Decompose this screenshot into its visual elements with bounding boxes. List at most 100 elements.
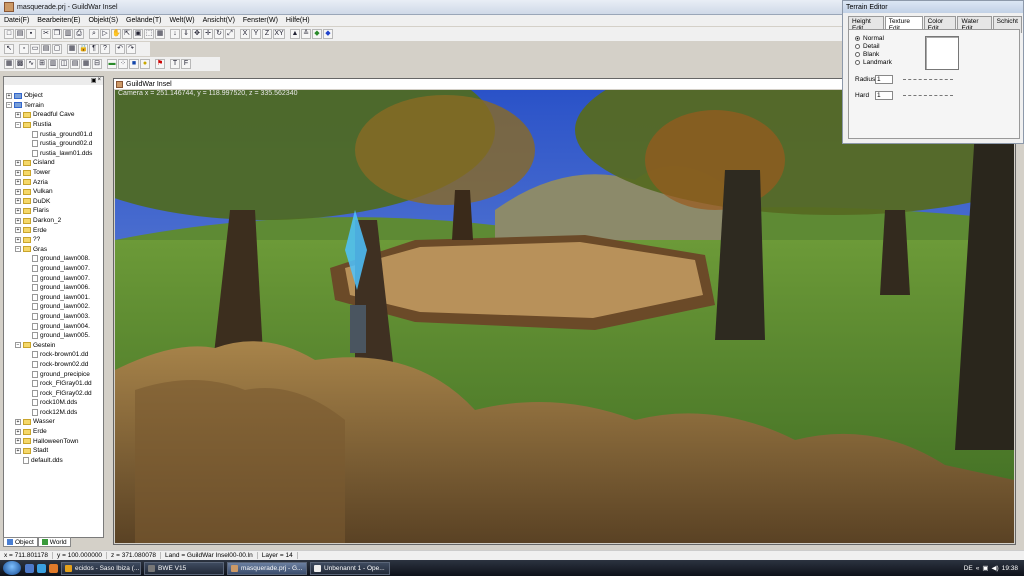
- play-icon[interactable]: ▷: [100, 29, 110, 39]
- tree-item[interactable]: rustia_ground01.d: [4, 129, 103, 139]
- new-file-icon[interactable]: □: [4, 29, 14, 39]
- land-green-icon[interactable]: ▬: [107, 59, 117, 69]
- menu-fenster[interactable]: Fenster(W): [239, 17, 282, 24]
- tree-item[interactable]: ground_lawn008.: [4, 254, 103, 264]
- flag-icon[interactable]: ⚑: [155, 59, 165, 69]
- grid-snap-icon[interactable]: ▦: [67, 44, 77, 54]
- start-button[interactable]: [3, 561, 21, 575]
- select-icon[interactable]: ⇱: [122, 29, 132, 39]
- menu-hilfe[interactable]: Hilfe(H): [282, 17, 314, 24]
- tree-item[interactable]: ground_lawn006.: [4, 283, 103, 293]
- tree-item[interactable]: ground_lawn003.: [4, 312, 103, 322]
- radio-detail[interactable]: Detail: [855, 43, 880, 50]
- tree-item[interactable]: ground_lawn007.: [4, 273, 103, 283]
- tree-item[interactable]: rustia_lawn01.dds: [4, 149, 103, 159]
- object-move-icon[interactable]: ▢: [52, 44, 62, 54]
- expand-toggle-icon[interactable]: +: [15, 428, 21, 435]
- land-blue-icon[interactable]: ■: [129, 59, 139, 69]
- expand-toggle-icon[interactable]: +: [15, 217, 21, 224]
- tree-item[interactable]: + Cisland: [4, 158, 103, 168]
- object-tree[interactable]: ▣ × + Object − Terrain + Dreadful Cave − Rustia…: [3, 76, 104, 538]
- tree-item[interactable]: + Darkon_2: [4, 216, 103, 226]
- move-axis-icon[interactable]: ✛: [203, 29, 213, 39]
- tree-item[interactable]: rock-brown01.dd: [4, 350, 103, 360]
- terrain-level-icon[interactable]: ≙: [301, 29, 311, 39]
- tree-item[interactable]: − Gras: [4, 245, 103, 255]
- clock[interactable]: 19:38: [1002, 565, 1018, 572]
- help-icon[interactable]: ?: [100, 44, 110, 54]
- hard-slider[interactable]: [903, 90, 953, 96]
- tree-item[interactable]: default.dds: [4, 456, 103, 466]
- object-copy-icon[interactable]: ▭: [30, 44, 40, 54]
- tree-item[interactable]: − Gestein: [4, 340, 103, 350]
- print-icon[interactable]: ⎙: [74, 29, 84, 39]
- light-icon[interactable]: ●: [140, 59, 150, 69]
- axis-x-button[interactable]: X: [240, 29, 250, 39]
- view-sub-icon[interactable]: ▥: [48, 59, 58, 69]
- open-file-icon[interactable]: ▤: [15, 29, 25, 39]
- tab-world[interactable]: World: [37, 537, 71, 547]
- axis-y-button[interactable]: Y: [251, 29, 261, 39]
- hard-input[interactable]: 1: [875, 91, 893, 100]
- volume-icon[interactable]: ◀): [992, 564, 999, 572]
- axis-z-button[interactable]: Z: [262, 29, 272, 39]
- quicklaunch-firefox-icon[interactable]: [49, 563, 58, 573]
- pointer-icon[interactable]: ↖: [4, 44, 14, 54]
- quicklaunch-desktop-icon[interactable]: [25, 563, 34, 573]
- expand-toggle-icon[interactable]: +: [15, 207, 21, 214]
- expand-toggle-icon[interactable]: +: [15, 159, 21, 166]
- arrow-down-bold-icon[interactable]: ⇓: [181, 29, 191, 39]
- menu-ansicht[interactable]: Ansicht(V): [199, 17, 239, 24]
- object-group-icon[interactable]: ▤: [41, 44, 51, 54]
- tree-item[interactable]: + Wasser: [4, 417, 103, 427]
- view-tiles-icon[interactable]: ⊞: [37, 59, 47, 69]
- text-tool-f[interactable]: F: [181, 59, 191, 69]
- frame-icon[interactable]: ⬚: [144, 29, 154, 39]
- expand-toggle-icon[interactable]: +: [15, 188, 21, 195]
- axis-xy-button[interactable]: XY: [273, 29, 285, 39]
- expand-toggle-icon[interactable]: +: [15, 438, 21, 445]
- tree-item[interactable]: + Stadt: [4, 446, 103, 456]
- view-wave-icon[interactable]: ∿: [26, 59, 36, 69]
- view-split-icon[interactable]: ⊟: [92, 59, 102, 69]
- tree-item[interactable]: rock-brown02.dd: [4, 360, 103, 370]
- undo-icon[interactable]: ↶: [115, 44, 125, 54]
- tree-item[interactable]: ground_lawn007.: [4, 264, 103, 274]
- expand-toggle-icon[interactable]: +: [6, 92, 12, 99]
- view-layers-icon[interactable]: ▦: [81, 59, 91, 69]
- rotate-icon[interactable]: ↻: [214, 29, 224, 39]
- view-sw-icon[interactable]: ◫: [59, 59, 69, 69]
- expand-toggle-icon[interactable]: +: [15, 447, 21, 454]
- paint-icon[interactable]: ◆: [312, 29, 322, 39]
- tree-item[interactable]: rock10M.dds: [4, 398, 103, 408]
- radius-input[interactable]: 1: [875, 75, 893, 84]
- task-button-ecidos[interactable]: ecidos - Saso Ibiza (...: [61, 561, 141, 575]
- text-tool-t[interactable]: T: [170, 59, 180, 69]
- zoom-icon[interactable]: ⌕: [89, 29, 99, 39]
- tree-item[interactable]: rock_FlGray01.dd: [4, 379, 103, 389]
- expand-toggle-icon[interactable]: +: [15, 111, 21, 118]
- tree-item[interactable]: ground_lawn002.: [4, 302, 103, 312]
- tree-item[interactable]: ground_lawn004.: [4, 321, 103, 331]
- radius-slider[interactable]: [903, 74, 953, 80]
- cut-icon[interactable]: ✂: [41, 29, 51, 39]
- tree-item[interactable]: + Azria: [4, 177, 103, 187]
- menu-bearbeiten[interactable]: Bearbeiten(E): [33, 17, 84, 24]
- tree-item[interactable]: + Dreadful Cave: [4, 110, 103, 120]
- task-button-masquerade[interactable]: masquerade.prj - G...: [227, 561, 307, 575]
- task-button-openoffice[interactable]: Unbenannt 1 - Ope...: [310, 561, 390, 575]
- copy-icon[interactable]: ❐: [52, 29, 62, 39]
- view-grid-icon[interactable]: ▩: [15, 59, 25, 69]
- lock-icon[interactable]: 🔒: [78, 44, 88, 54]
- terrain-up-icon[interactable]: ▲: [290, 29, 300, 39]
- expand-toggle-icon[interactable]: −: [15, 246, 21, 253]
- view-all-icon[interactable]: ▦: [4, 59, 14, 69]
- tree-item[interactable]: − Terrain: [4, 101, 103, 111]
- tree-item[interactable]: + Flaris: [4, 206, 103, 216]
- network-icon[interactable]: ▣: [982, 564, 988, 572]
- tree-item[interactable]: ground_lawn005.: [4, 331, 103, 341]
- radio-landmark[interactable]: Landmark: [855, 59, 892, 66]
- tree-item[interactable]: rustia_ground02.d: [4, 139, 103, 149]
- close-panel-icon[interactable]: ×: [97, 77, 101, 85]
- save-icon[interactable]: ▪: [26, 29, 36, 39]
